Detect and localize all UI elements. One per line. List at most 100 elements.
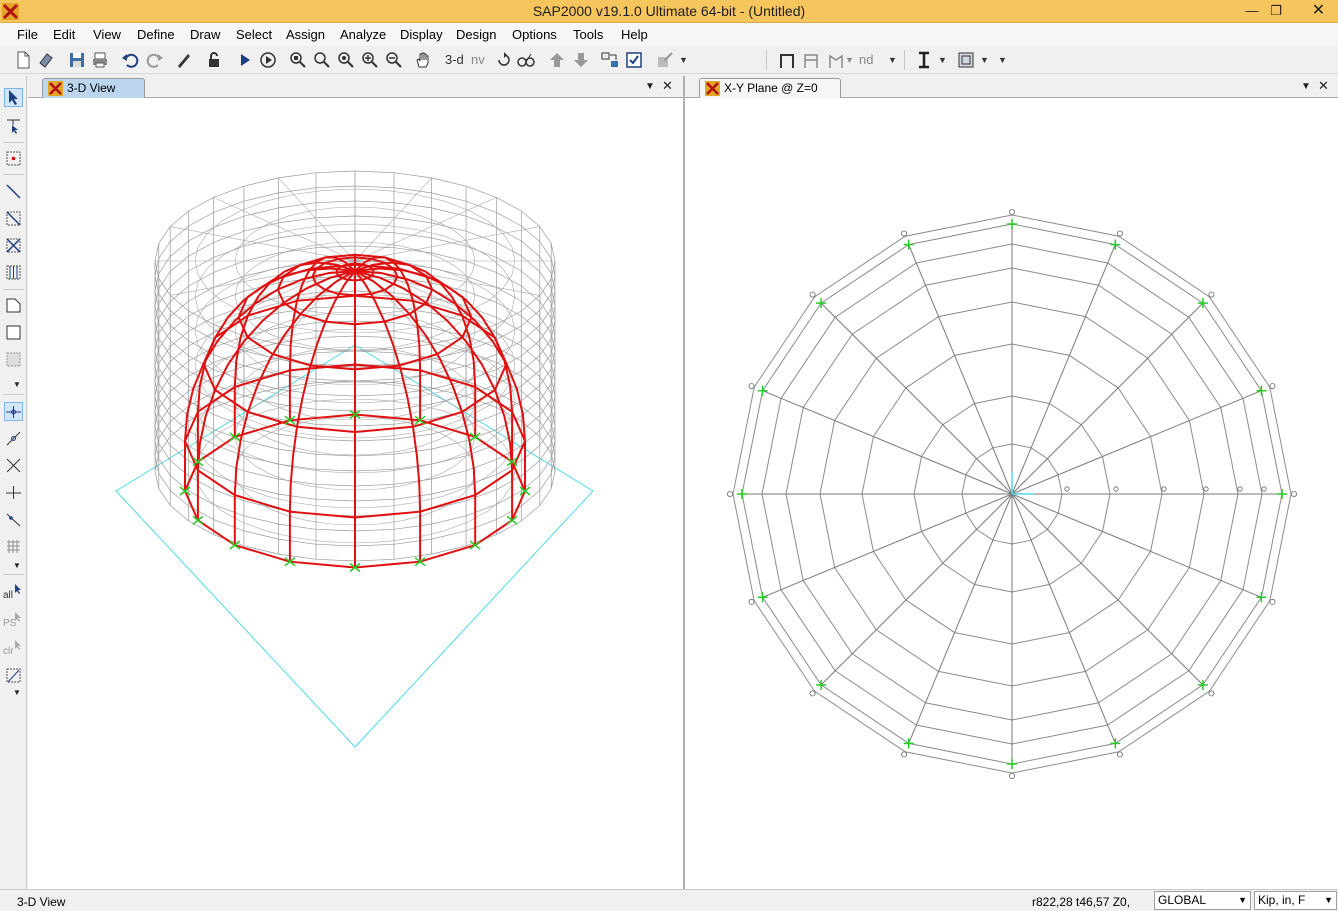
snap-perpendicular-icon[interactable] [4,483,23,502]
joint-marker [1291,490,1298,497]
run-now-icon[interactable] [258,50,278,70]
pane-tab-strip: X-Y Plane @ Z=0 ▼ ✕ [685,76,1338,98]
quick-draw-area-icon[interactable] [4,350,23,369]
menu-edit[interactable]: Edit [53,27,75,42]
joint-marker [1237,486,1243,492]
redo-icon[interactable] [145,50,165,70]
pane-close-icon[interactable]: ✕ [1318,78,1329,94]
assign-dropdown-arrow[interactable]: ▼ [679,55,688,65]
lock-icon[interactable] [204,50,224,70]
display-options-icon[interactable] [600,50,620,70]
snap-line-icon[interactable] [4,510,23,529]
menu-select[interactable]: Select [236,27,272,42]
snap-joints-icon[interactable] [4,402,23,421]
roof-brace [278,177,356,262]
perspective-toggle-icon[interactable] [516,50,536,70]
frame-bent-icon[interactable] [801,50,821,70]
minimize-button[interactable]: — [1239,0,1265,23]
draw-edit-icon[interactable] [174,50,194,70]
coord-system-value: GLOBAL [1158,893,1207,907]
reshape-pointer-icon[interactable] [4,116,23,135]
frame-portal-icon[interactable] [777,50,797,70]
zoom-in-icon[interactable] [360,50,380,70]
select-all-button[interactable]: all [3,590,13,601]
units-select[interactable]: Kip, in, F ▼ [1254,891,1337,910]
close-button[interactable]: ✕ [1299,0,1338,23]
draw-poly-area-icon[interactable] [4,296,23,315]
run-analysis-icon[interactable] [235,50,255,70]
model-3d-canvas[interactable] [28,98,683,889]
snap-midpoint-icon[interactable] [4,429,23,448]
joint-marker [727,490,734,497]
frame-dropdown-arrow[interactable]: ▼ [845,55,854,65]
area-tools-dropdown[interactable]: ▼ [13,380,21,389]
menu-view[interactable]: View [93,27,121,42]
area-display-icon[interactable] [956,50,976,70]
save-icon[interactable] [67,50,87,70]
joint-marker [1161,486,1167,492]
snap-intersection-icon[interactable] [4,456,23,475]
quick-draw-braces-icon[interactable] [4,236,23,255]
menu-display[interactable]: Display [400,27,443,42]
pane-menu-dropdown[interactable]: ▼ [645,81,655,92]
draw-frame-icon[interactable] [4,182,23,201]
zoom-restore-icon[interactable] [336,50,356,70]
plan-view-canvas[interactable] [685,98,1338,889]
nd-dropdown-arrow[interactable]: ▼ [888,55,897,65]
view-nv-button[interactable]: nv [471,52,485,67]
new-file-icon[interactable] [13,50,33,70]
chevron-down-icon: ▼ [1324,895,1333,905]
coord-system-select[interactable]: GLOBAL ▼ [1154,891,1251,910]
pan-hand-icon[interactable] [413,50,433,70]
tab-xy-plane[interactable]: X-Y Plane @ Z=0 [699,78,841,98]
zoom-window-icon[interactable] [288,50,308,70]
pane-menu-dropdown[interactable]: ▼ [1301,81,1311,92]
snap-tools-dropdown[interactable]: ▼ [13,561,21,570]
selection-tools-dropdown[interactable]: ▼ [13,688,21,697]
menu-design[interactable]: Design [456,27,496,42]
joint-marker [1269,598,1276,605]
assign-options-icon[interactable] [655,50,675,70]
plan-radial-member [1011,493,1116,744]
menu-draw[interactable]: Draw [190,27,220,42]
menu-file[interactable]: File [17,27,38,42]
quick-draw-frame-icon[interactable] [4,209,23,228]
draw-rect-area-icon[interactable] [4,323,23,342]
toolbar-overflow-arrow[interactable]: ▼ [998,55,1007,65]
area-dropdown-arrow[interactable]: ▼ [980,55,989,65]
pointer-select-icon[interactable] [4,88,23,107]
quick-draw-secondary-icon[interactable] [4,263,23,282]
roof-brace [354,177,432,262]
move-up-icon[interactable] [547,50,567,70]
undo-icon[interactable] [120,50,140,70]
move-down-icon[interactable] [571,50,591,70]
select-intersecting-icon[interactable] [4,666,23,685]
zoom-out-icon[interactable] [384,50,404,70]
plan-radial-member [908,244,1013,495]
menu-tools[interactable]: Tools [573,27,603,42]
menu-bar: File Edit View Define Draw Select Assign… [0,23,1338,46]
menu-analyze[interactable]: Analyze [340,27,386,42]
section-dropdown-arrow[interactable]: ▼ [938,55,947,65]
menu-define[interactable]: Define [137,27,175,42]
open-template-icon[interactable] [36,50,56,70]
print-icon[interactable] [90,50,110,70]
pane-close-icon[interactable]: ✕ [662,78,673,94]
snap-grid-icon[interactable] [4,537,23,556]
joint-marker [1008,773,1015,780]
rotate-view-icon[interactable] [494,50,514,70]
zoom-full-icon[interactable] [312,50,332,70]
frame-truss-icon[interactable] [826,50,846,70]
menu-help[interactable]: Help [621,27,648,42]
view-3d-button[interactable]: 3-d [445,52,464,67]
check-model-icon[interactable] [624,50,644,70]
section-icon[interactable] [914,50,934,70]
tab-3d-view[interactable]: 3-D View [42,78,145,98]
draw-joint-icon[interactable] [4,149,23,168]
plan-radial-member [1011,390,1262,495]
menu-options[interactable]: Options [512,27,557,42]
clear-selection-button[interactable]: clr [3,646,14,657]
restore-button[interactable]: ❐ [1263,0,1289,23]
menu-assign[interactable]: Assign [286,27,325,42]
view-nd-button[interactable]: nd [859,52,873,67]
